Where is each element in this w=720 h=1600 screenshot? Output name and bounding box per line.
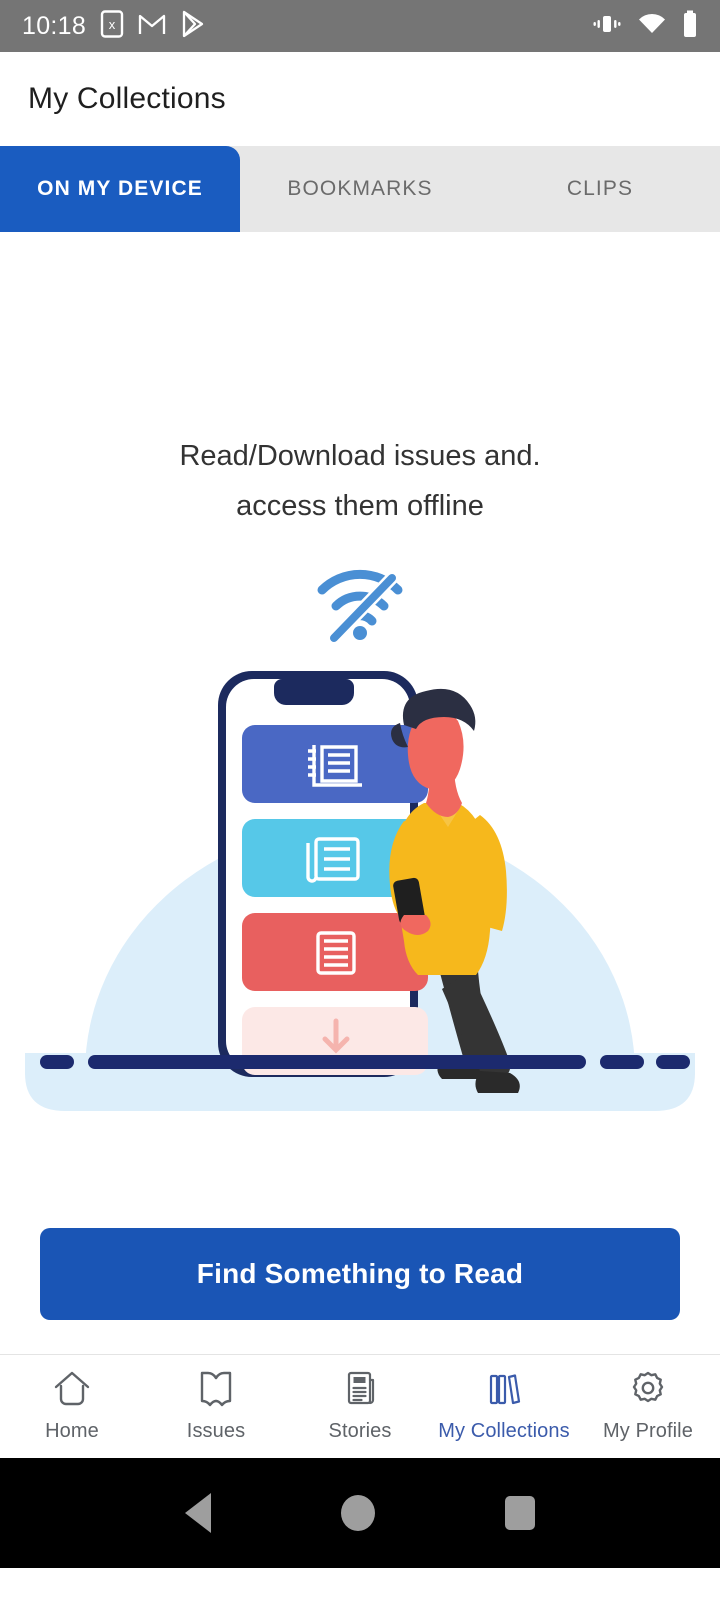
empty-state-container: Read/Download issues and. access them of… [0,232,720,1354]
app-bar: My Collections [0,52,720,146]
gear-icon [628,1370,668,1413]
empty-state-message: Read/Download issues and. access them of… [179,432,540,532]
tab-clips[interactable]: CLIPS [480,146,720,232]
gmail-icon [138,12,166,41]
cta-container: Find Something to Read [0,1228,720,1320]
nav-item-stories[interactable]: Stories [288,1370,432,1443]
play-store-icon [180,10,206,43]
battery-icon [682,10,698,43]
home-button[interactable] [341,1495,375,1531]
tab-label: CLIPS [566,177,634,200]
article-page-icon [340,1370,380,1413]
offline-reading-illustration [0,653,720,1133]
status-bar-clock: 10:18 [22,11,87,40]
home-icon [52,1370,92,1413]
wifi-off-icon [312,564,408,647]
nav-item-label: Stories [328,1420,392,1442]
tab-label: ON MY DEVICE [37,177,203,200]
bottom-navigation: Home Issues Stories My Collections My Pr… [0,1354,720,1458]
illustration-card-article [242,912,428,991]
nav-item-my-profile[interactable]: My Profile [576,1370,720,1443]
tab-label: BOOKMARKS [287,177,433,200]
nav-item-issues[interactable]: Issues [144,1370,288,1443]
find-something-to-read-button[interactable]: Find Something to Read [40,1228,680,1320]
nav-item-home[interactable]: Home [0,1370,144,1443]
page-title: My Collections [28,82,226,115]
vibrate-icon [592,12,622,41]
nav-item-label: My Collections [438,1420,570,1442]
tab-bookmarks[interactable]: BOOKMARKS [240,146,480,232]
wifi-icon [638,13,666,40]
book-open-icon [196,1370,236,1413]
nav-item-label: Issues [186,1420,246,1442]
books-shelf-icon [484,1370,524,1413]
back-button[interactable] [185,1493,211,1533]
nav-item-my-collections[interactable]: My Collections [432,1370,576,1443]
svg-text:x: x [109,17,116,32]
status-bar: 10:18 x [0,0,720,52]
empty-state-line-1: Read/Download issues and. [179,440,541,472]
nav-item-label: Home [45,1420,99,1442]
system-navigation-bar [0,1458,720,1568]
empty-state-line-2: access them offline [236,489,484,522]
tab-on-my-device[interactable]: ON MY DEVICE [0,146,240,232]
tab-bar: ON MY DEVICE BOOKMARKS CLIPS [0,146,720,232]
sim-card-x-icon: x [100,9,124,43]
status-bar-right [592,10,698,43]
status-bar-left: 10:18 x [22,9,206,43]
nav-item-label: My Profile [603,1420,693,1442]
recents-button[interactable] [505,1496,535,1530]
